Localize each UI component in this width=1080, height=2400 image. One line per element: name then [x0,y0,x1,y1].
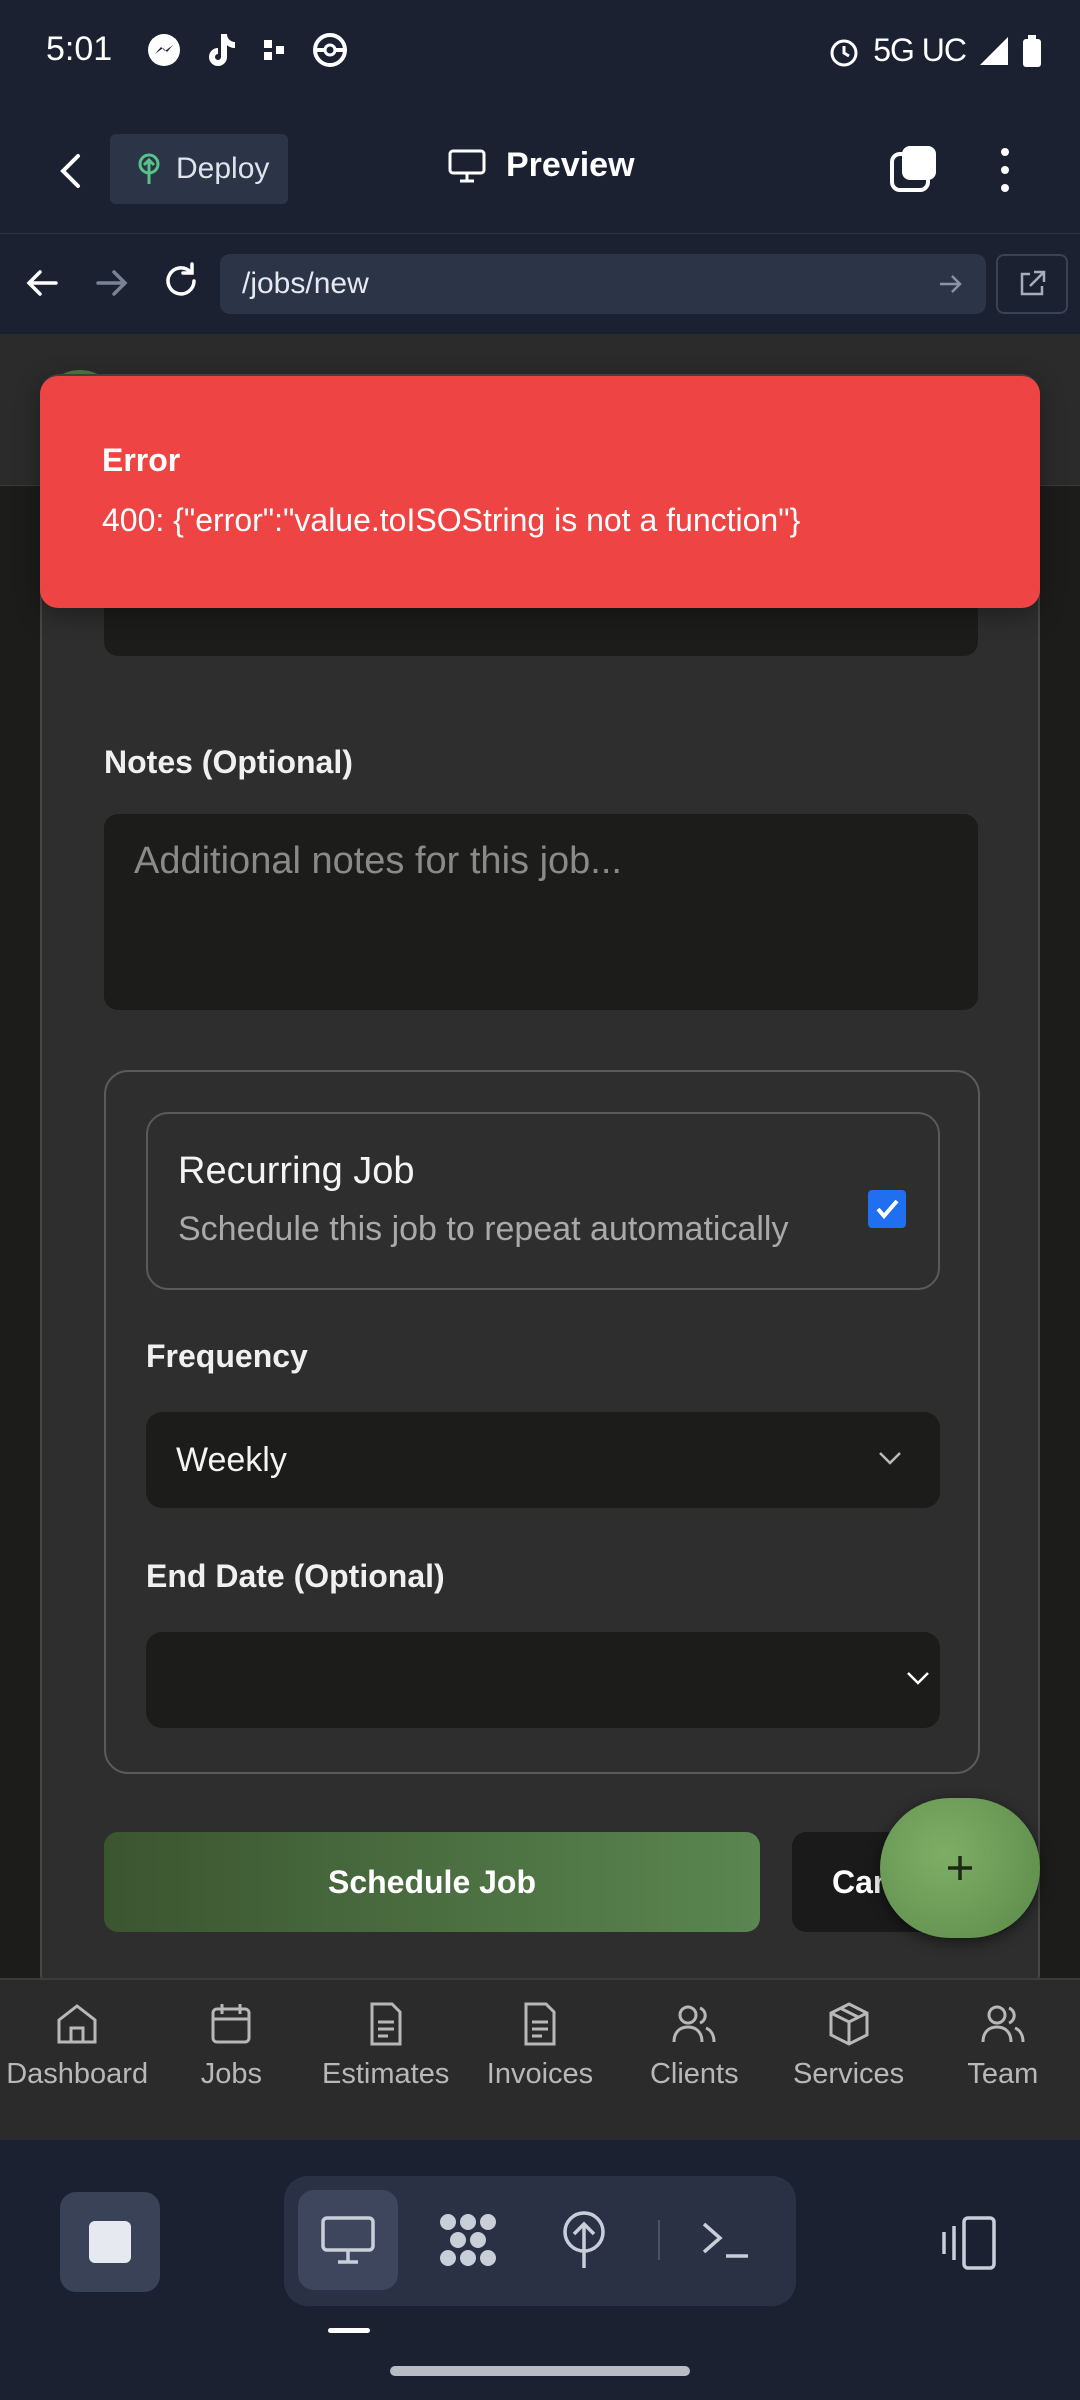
recurring-title: Recurring Job [178,1150,415,1192]
calendar-icon [211,2004,251,2044]
terminal-icon [702,2222,748,2258]
recurring-checkbox[interactable] [868,1190,906,1228]
system-icons: 5G UC [827,32,1042,69]
document-icon [370,2002,402,2046]
users-icon [981,2005,1025,2043]
package-icon [829,2002,869,2046]
alarm-icon [830,39,858,66]
app-dots-icon [264,40,284,60]
deploy-button[interactable]: Deploy [110,134,288,204]
monitor-icon [321,2216,375,2264]
nav-label: Invoices [486,2058,594,2090]
pokeball-icon [313,33,347,67]
status-bar: 5:01 5G UC [0,0,1080,106]
checkmark-icon [876,1199,899,1220]
url-input[interactable]: /jobs/new [220,254,986,314]
schedule-job-button[interactable]: Schedule Job [104,1832,760,1932]
users-icon [672,2005,716,2043]
plus-icon [948,1856,972,1880]
monitor-icon [448,149,486,182]
messenger-icon [148,34,180,66]
preview-label: Preview [506,146,635,184]
toast-message: 400: {"error":"value.toISOString is not … [102,502,801,538]
error-toast[interactable]: Error 400: {"error":"value.toISOString i… [40,376,1040,608]
battery-icon [1023,34,1041,67]
go-arrow-icon[interactable] [936,270,964,298]
end-date-input[interactable] [146,1632,940,1728]
nav-item-invoices[interactable]: Invoices [463,1980,617,2140]
nav-item-estimates[interactable]: Estimates [309,1980,463,2140]
chevron-down-icon [907,1672,929,1685]
nav-label: Clients [649,2058,739,2090]
network-type: 5G UC [873,32,967,68]
nav-label: Services [792,2058,905,2090]
reload-icon[interactable] [158,258,204,304]
browser-back-icon[interactable] [22,262,64,304]
tabs-icon[interactable] [888,144,940,196]
nav-label: Dashboard [6,2058,149,2090]
recurring-section: Recurring Job Schedule this job to repea… [104,1070,980,1774]
document-icon [524,2002,556,2046]
preview-title: Preview [448,146,635,185]
bottom-nav: Dashboard Jobs Estimates Invoices Client… [0,1978,1080,2140]
home-indicator[interactable] [390,2366,690,2376]
home-icon [57,2004,97,2044]
notes-placeholder: Additional notes for this job... [134,840,622,882]
nav-label: Jobs [200,2058,263,2090]
signal-icon [980,36,1008,65]
shell-tool-button[interactable] [676,2190,776,2290]
tool-switcher [284,2176,796,2306]
notes-label: Notes (Optional) [104,744,353,780]
side-panel-icon[interactable] [936,2210,1002,2276]
tool-separator [658,2220,660,2260]
deploy-icon [138,153,160,184]
nav-item-team[interactable]: Team [926,1980,1080,2140]
status-time: 5:01 [46,30,113,68]
external-link-icon [1020,270,1046,296]
back-arrow-icon[interactable] [46,146,96,196]
stop-button[interactable] [60,2192,160,2292]
preview-tool-button[interactable] [298,2190,398,2290]
recurring-toggle-card[interactable]: Recurring Job Schedule this job to repea… [146,1112,940,1290]
nav-item-clients[interactable]: Clients [617,1980,771,2140]
nav-item-dashboard[interactable]: Dashboard [0,1980,154,2140]
agent-icon [440,2214,496,2266]
recurring-subtitle: Schedule this job to repeat automaticall… [178,1210,789,1248]
app-header: Deploy Preview [0,106,1080,234]
nav-label: Team [967,2058,1039,2090]
nav-item-services[interactable]: Services [771,1980,925,2140]
frequency-select[interactable]: Weekly [146,1412,940,1508]
stop-icon [89,2221,131,2263]
notes-textarea[interactable]: Additional notes for this job... [104,814,978,1010]
chevron-down-icon [879,1452,901,1465]
workspace-toolbar [0,2140,1080,2400]
add-fab-button[interactable] [880,1798,1040,1938]
url-text: /jobs/new [242,267,369,300]
end-date-label: End Date (Optional) [146,1558,445,1594]
browser-toolbar: /jobs/new [0,234,1080,334]
frequency-label: Frequency [146,1338,308,1374]
notification-icons [146,32,348,68]
deploy-icon [563,2211,605,2268]
job-form-card: Notes (Optional) Additional notes for th… [40,374,1040,1994]
nav-item-jobs[interactable]: Jobs [154,1980,308,2140]
frequency-value: Weekly [176,1440,287,1479]
browser-forward-icon[interactable] [90,262,132,304]
agent-tool-button[interactable] [418,2190,518,2290]
toast-title: Error [102,442,181,478]
tiktok-icon [209,34,235,66]
nav-label: Estimates [322,2058,450,2090]
open-external-button[interactable] [996,254,1068,314]
deploy-tool-button[interactable] [534,2190,634,2290]
more-vertical-icon[interactable] [990,144,1020,196]
deploy-label: Deploy [176,152,270,185]
active-tab-indicator [328,2328,370,2333]
